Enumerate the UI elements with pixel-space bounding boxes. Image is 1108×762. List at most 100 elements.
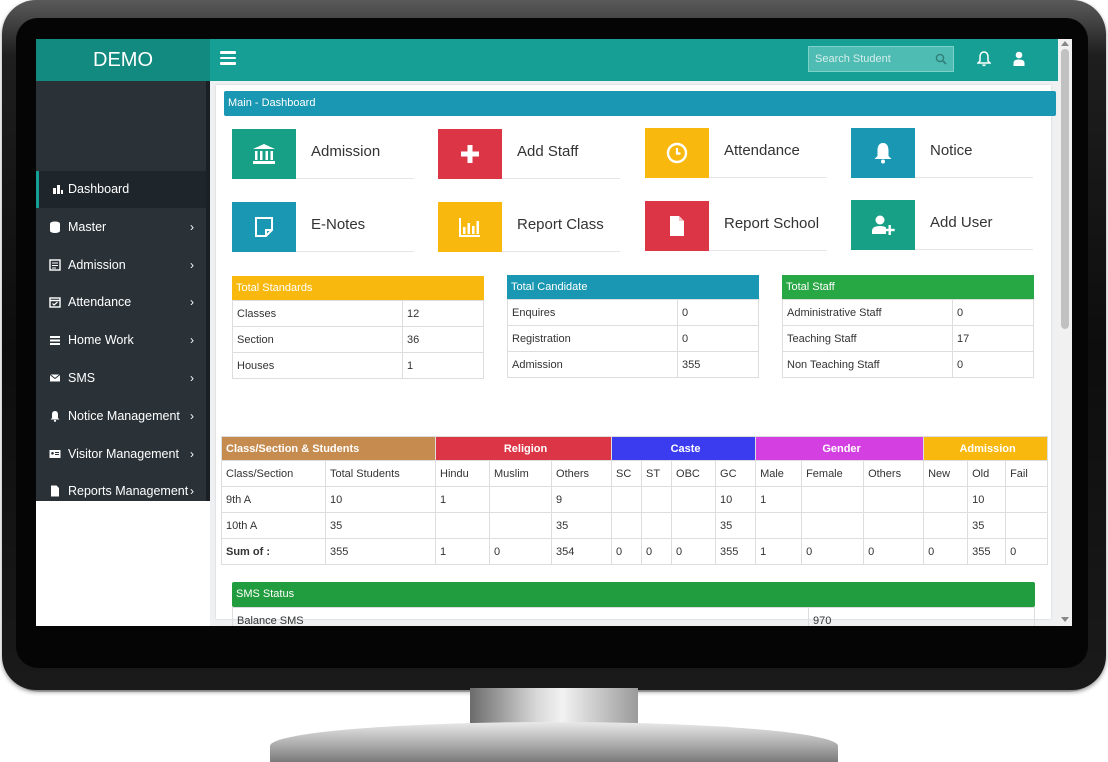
table-cell — [671, 486, 717, 513]
stat-card-total-standards: Total Standards Classes 12 Section 36 Houses 1 — [232, 276, 484, 379]
chevron-right-icon: › — [190, 295, 194, 310]
sidebar-item-attendance[interactable]: Attendance › — [36, 284, 206, 321]
table-row: Classes 12 — [232, 300, 484, 327]
group-header-religion: Religion — [435, 436, 613, 461]
table-cell: 10 — [967, 486, 1007, 513]
table-cell — [641, 486, 673, 513]
sidebar-item-admission[interactable]: Admission › — [36, 247, 206, 284]
table-cell: 10 — [324, 486, 437, 513]
tile-report-school[interactable]: Report School — [645, 201, 829, 251]
table-cell: 355 — [967, 538, 1007, 565]
table-cell: 0 — [611, 538, 643, 565]
table-cell — [863, 486, 925, 513]
brand-logo[interactable]: DEMO — [36, 39, 210, 81]
tile-label: Report Class — [502, 202, 620, 252]
table-cell: 0 — [641, 538, 673, 565]
stat-table: Enquires 0 Registration 0 Admission 355 — [507, 299, 759, 378]
scroll-thumb[interactable] — [1061, 49, 1069, 329]
tile-icon-box — [232, 202, 296, 252]
sidebar-item-master[interactable]: Master › — [36, 209, 206, 246]
table-cell: 355 — [715, 538, 757, 565]
table-row: Enquires 0 — [507, 299, 759, 326]
main-content: Main - Dashboard Admission Add Staff Atten… — [210, 81, 1058, 626]
table-cell — [923, 512, 969, 539]
column-header: OBC — [671, 460, 717, 487]
tile-admission[interactable]: Admission — [232, 129, 416, 179]
sidebar-item-dashboard[interactable]: Dashboard — [36, 171, 206, 208]
column-header: GC — [715, 460, 757, 487]
tile-label: Add Staff — [502, 129, 620, 179]
table-cell — [671, 512, 717, 539]
stat-value: 0 — [677, 325, 759, 352]
table-row: Admission 355 — [507, 351, 759, 378]
notification-bell-icon[interactable] — [977, 51, 991, 67]
table-cell: 0 — [923, 538, 969, 565]
tile-notice[interactable]: Notice — [851, 128, 1035, 178]
stat-table: Classes 12 Section 36 Houses 1 — [232, 300, 484, 379]
column-header: Others — [551, 460, 613, 487]
table-cell — [435, 512, 491, 539]
sidebar-item-home-work[interactable]: Home Work › — [36, 322, 206, 359]
sidebar-item-label: Notice Management — [68, 408, 180, 423]
stat-value: 0 — [952, 299, 1034, 326]
menu-toggle-icon[interactable] — [220, 51, 236, 67]
sidebar-item-reports-management[interactable]: Reports Management › — [36, 473, 206, 510]
column-header: SC — [611, 460, 643, 487]
group-header-gender: Gender — [755, 436, 925, 461]
table-cell: 355 — [324, 538, 437, 565]
plus-icon — [461, 145, 479, 163]
sidebar-item-visitor-management[interactable]: Visitor Management › — [36, 436, 206, 473]
note-icon — [255, 217, 273, 237]
envelope-icon — [49, 374, 61, 382]
search-input[interactable] — [815, 47, 933, 71]
sidebar-item-notice-management[interactable]: Notice Management › — [36, 398, 206, 435]
stat-card-total-candidate: Total Candidate Enquires 0 Registration 0 Adm… — [507, 275, 759, 378]
table-row: Non Teaching Staff 0 — [782, 351, 1034, 378]
scroll-down-arrow-icon[interactable] — [1061, 617, 1069, 622]
table-cell — [755, 512, 803, 539]
table-cell: 354 — [551, 538, 613, 565]
tile-add-staff[interactable]: Add Staff — [438, 129, 622, 179]
tile-report-class[interactable]: Report Class — [438, 202, 622, 252]
table-cell: 0 — [863, 538, 925, 565]
user-profile-icon[interactable] — [1013, 51, 1025, 66]
table-cell — [1005, 486, 1049, 513]
column-header: New — [923, 460, 969, 487]
table-cell — [489, 486, 553, 513]
table-cell: 0 — [671, 538, 717, 565]
clock-icon — [666, 142, 688, 164]
tile-add-user[interactable]: Add User — [851, 200, 1035, 250]
sms-balance-value: 970 — [808, 607, 1035, 626]
table-row: Section 36 — [232, 326, 484, 353]
table-cell: 10th A — [221, 512, 326, 539]
tile-label: Attendance — [709, 128, 827, 178]
table-cell — [611, 512, 643, 539]
stat-value: 36 — [402, 326, 484, 353]
breadcrumb: Main - Dashboard — [224, 91, 1056, 116]
tile-e-notes[interactable]: E-Notes — [232, 202, 416, 252]
tile-label: E-Notes — [296, 202, 414, 252]
stat-value: 17 — [952, 325, 1034, 352]
tile-label: Admission — [296, 129, 414, 179]
stat-card-total-staff: Total Staff Administrative Staff 0 Teaching… — [782, 275, 1034, 378]
tile-icon-box — [438, 202, 502, 252]
sidebar-item-sms[interactable]: SMS › — [36, 360, 206, 397]
stat-card-title: Total Staff — [782, 275, 1034, 299]
dashboard-panel: Main - Dashboard Admission Add Staff Atten… — [216, 85, 1056, 626]
sms-balance-label: Balance SMS — [232, 607, 809, 626]
chevron-right-icon: › — [190, 446, 194, 461]
scroll-up-arrow-icon[interactable] — [1061, 41, 1069, 46]
sidebar-item-label: Master — [68, 219, 107, 234]
column-header: Total Students — [324, 460, 437, 487]
page-scrollbar[interactable] — [1058, 39, 1072, 626]
table-cell: 9th A — [221, 486, 326, 513]
chevron-right-icon: › — [190, 219, 194, 234]
sidebar-item-label: SMS — [68, 371, 96, 385]
column-header: Hindu — [435, 460, 491, 487]
search-icon[interactable] — [935, 53, 947, 65]
table-row: Houses 1 — [232, 352, 484, 379]
table-cell: 9 — [551, 486, 613, 513]
tile-attendance[interactable]: Attendance — [645, 128, 829, 178]
stat-card-title: Total Candidate — [507, 275, 759, 299]
file-icon — [51, 485, 59, 497]
